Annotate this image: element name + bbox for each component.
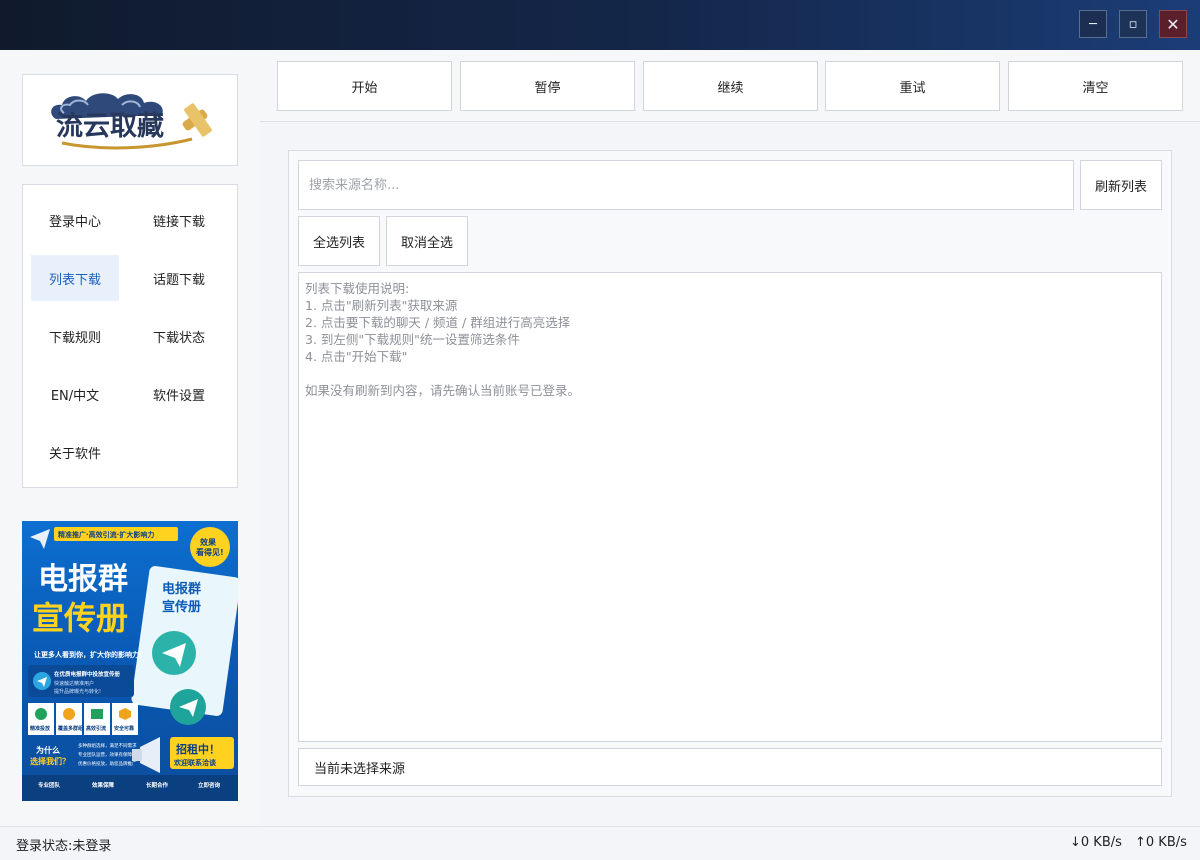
sidebar-item-list-download[interactable]: 列表下载 [31,255,119,301]
svg-text:覆盖多群组: 覆盖多群组 [57,725,83,732]
instruction-line: 4. 点击"开始下载" [305,349,408,364]
deselect-all-button[interactable]: 取消全选 [386,216,468,266]
sidebar-item-about[interactable]: 关于软件 [31,429,119,475]
svg-text:效果保障: 效果保障 [92,781,115,789]
svg-text:安全可靠: 安全可靠 [114,725,134,732]
maximize-button[interactable]: ▫ [1119,10,1147,38]
svg-text:电报群: 电报群 [38,562,128,597]
svg-text:效果: 效果 [200,537,216,547]
svg-text:为什么: 为什么 [36,745,60,755]
sidebar-item-language[interactable]: EN/中文 [31,371,119,417]
paper-plane-icon [30,529,50,549]
instruction-line: 列表下载使用说明: [305,281,410,296]
close-button[interactable]: ✕ [1159,10,1187,38]
selected-source-status: 当前未选择来源 [298,748,1162,786]
svg-text:专业团队运营，效果有保障: 专业团队运营，效果有保障 [78,751,132,758]
sidebar-item-download-status[interactable]: 下载状态 [135,313,223,359]
refresh-list-button[interactable]: 刷新列表 [1080,160,1162,210]
svg-text:流云取藏: 流云取藏 [56,111,164,142]
svg-text:招租中！: 招租中！ [176,742,220,756]
download-speed: ↓0 KB/s [1070,835,1122,850]
app-logo: 流云取藏 [22,74,238,166]
logo-image: 流云取藏 [51,93,212,150]
resume-button[interactable]: 继续 [643,61,818,111]
svg-text:欢迎联系洽谈: 欢迎联系洽谈 [173,758,217,767]
instruction-line: 3. 到左侧"下载规则"统一设置筛选条件 [305,332,520,347]
svg-text:让更多人看到你，扩大你的影响力！: 让更多人看到你，扩大你的影响力！ [34,650,146,659]
svg-text:精准推广·高效引流·扩大影响力: 精准推广·高效引流·扩大影响力 [58,530,154,539]
svg-text:优惠价格投放，助您品牌推广: 优惠价格投放，助您品牌推广 [78,760,137,767]
select-all-button[interactable]: 全选列表 [298,216,380,266]
retry-button[interactable]: 重试 [825,61,1000,111]
sidebar-item-login-center[interactable]: 登录中心 [31,197,119,243]
clear-button[interactable]: 清空 [1008,61,1183,111]
svg-text:长期合作: 长期合作 [146,781,169,789]
login-status: 登录状态:未登录 [16,839,112,854]
search-input[interactable] [298,160,1074,210]
pause-button[interactable]: 暂停 [460,61,635,111]
instruction-line: 2. 点击要下载的聊天 / 频道 / 群组进行高亮选择 [305,315,571,330]
sidebar-item-settings[interactable]: 软件设置 [135,371,223,417]
svg-text:快速触达精准用户: 快速触达精准用户 [54,680,94,687]
instruction-line: 如果没有刷新到内容，请先确认当前账号已登录。 [305,383,581,398]
svg-text:高效引流: 高效引流 [86,725,106,732]
minimize-button[interactable]: ─ [1079,10,1107,38]
selected-source-text: 当前未选择来源 [314,761,406,777]
sidebar-item-topic-download[interactable]: 话题下载 [135,255,223,301]
svg-text:立即咨询: 立即咨询 [198,781,221,789]
source-list-area[interactable]: 列表下载使用说明: 1. 点击"刷新列表"获取来源 2. 点击要下载的聊天 / … [298,272,1162,742]
sidebar-item-link-download[interactable]: 链接下载 [135,197,223,243]
ad-image: 精准推广·高效引流·扩大影响力 效果 看得见! 电报群 宣传册 电报群 宣传册 … [22,527,238,801]
upload-speed: ↑0 KB/s [1135,835,1187,850]
status-bar: 登录状态:未登录 ↓0 KB/s ↑0 KB/s [0,826,1200,860]
instruction-line [305,365,1155,382]
svg-text:多种群组选择，满足不同需求: 多种群组选择，满足不同需求 [78,742,137,749]
instruction-line: 1. 点击"刷新列表"获取来源 [305,298,458,313]
ad-banner[interactable]: 精准推广·高效引流·扩大影响力 效果 看得见! 电报群 宣传册 电报群 宣传册 … [22,521,238,801]
sidebar-item-download-rules[interactable]: 下载规则 [31,313,119,359]
svg-text:看得见!: 看得见! [195,547,224,557]
svg-text:选择我们？: 选择我们？ [30,756,70,766]
svg-text:电报群: 电报群 [162,581,201,597]
svg-text:专业团队: 专业团队 [38,781,61,789]
sidebar-nav: 登录中心 链接下载 列表下载 话题下载 下载规则 下载状态 EN/中文 软件设置… [22,184,238,488]
svg-text:宣传册: 宣传册 [32,599,128,637]
svg-text:精准投放: 精准投放 [30,725,51,732]
title-bar: ─ ▫ ✕ [0,0,1200,50]
start-button[interactable]: 开始 [277,61,452,111]
svg-text:提升品牌曝光与转化!: 提升品牌曝光与转化! [54,688,101,695]
toolbar: 开始 暂停 继续 重试 清空 [260,50,1200,122]
svg-text:宣传册: 宣传册 [162,599,201,615]
svg-text:在优质电报群中投放宣传册: 在优质电报群中投放宣传册 [54,670,121,678]
